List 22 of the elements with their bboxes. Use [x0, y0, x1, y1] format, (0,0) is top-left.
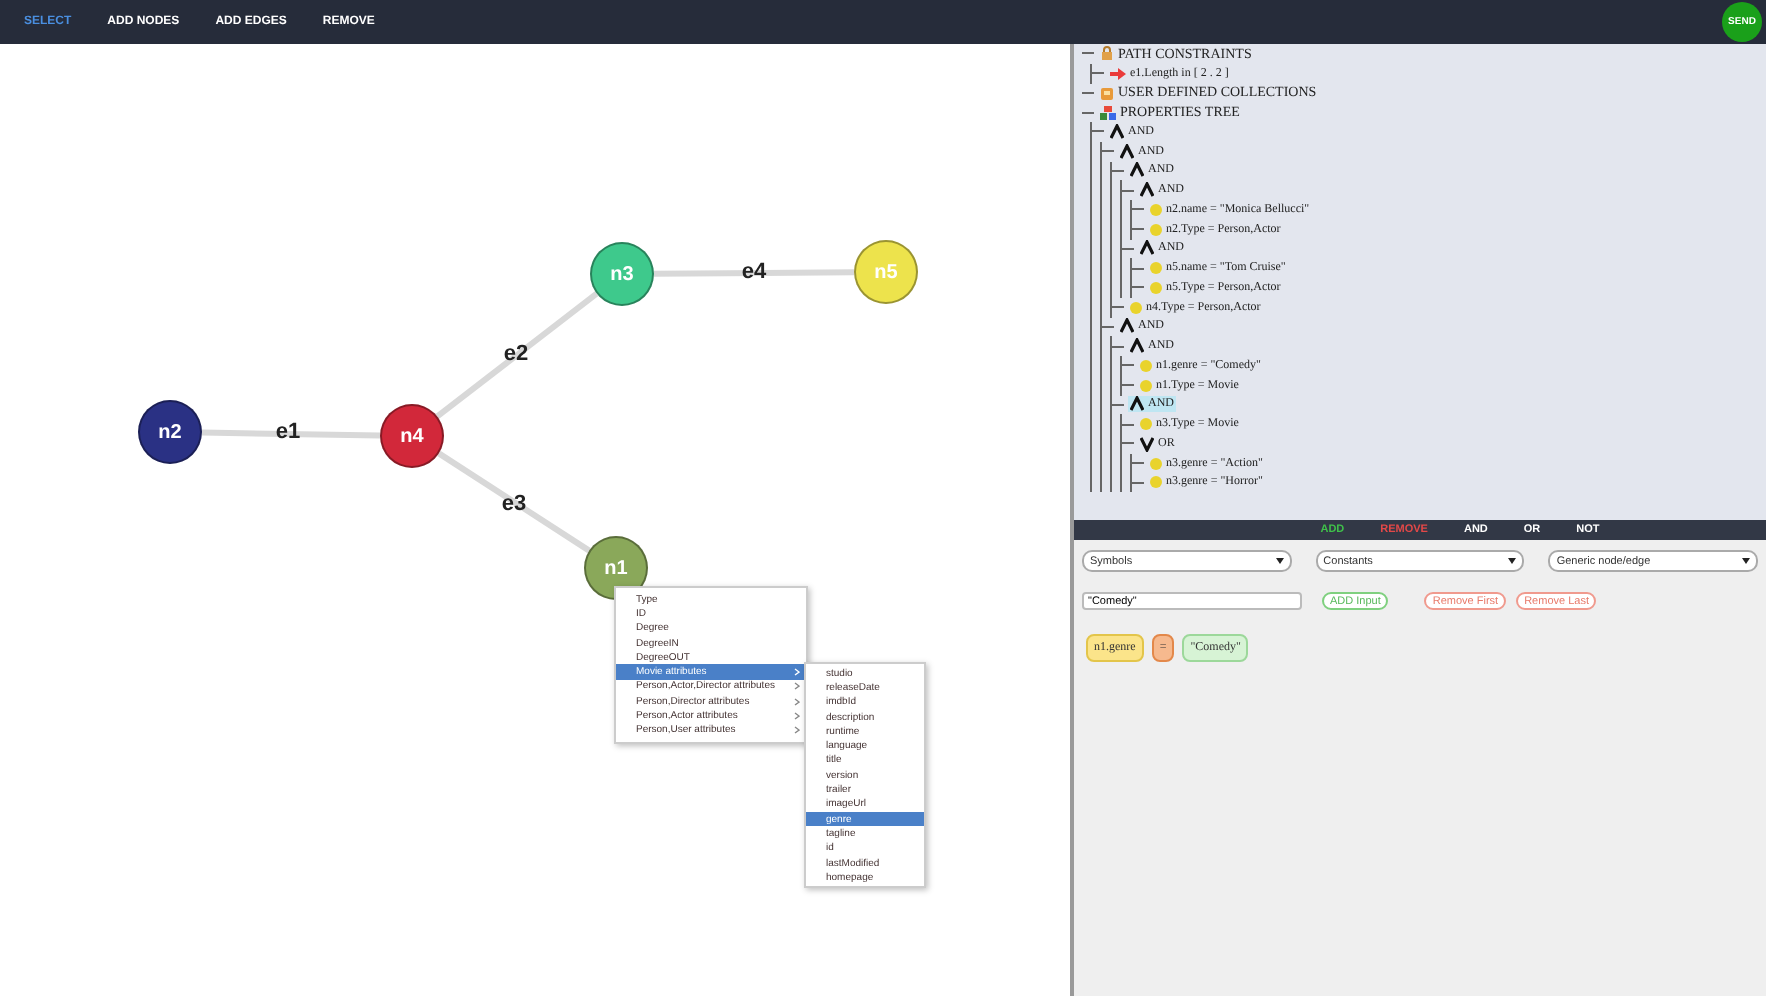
- dropdown-arrow-icon: [1508, 558, 1517, 564]
- graph-node[interactable]: n4: [380, 404, 444, 468]
- edge-label: e2: [503, 342, 529, 366]
- node-label: n5: [874, 261, 898, 283]
- dropdown-arrow-icon: [1275, 558, 1284, 564]
- arrow-icon: [1110, 67, 1126, 80]
- vee-icon: [1140, 435, 1154, 452]
- wedge-icon: [1130, 396, 1144, 413]
- blocks-icon: [1100, 105, 1116, 120]
- edge-label: e1: [275, 420, 301, 444]
- node-label: n1: [604, 557, 628, 579]
- edge-label: e3: [501, 492, 527, 516]
- node-label: n2: [158, 421, 182, 443]
- graph-node[interactable]: n2: [138, 400, 202, 464]
- wedge-icon: [1140, 240, 1154, 257]
- lock-icon: [1100, 46, 1114, 61]
- edge-label: e4: [741, 260, 767, 284]
- bulb-icon: [1140, 418, 1152, 431]
- box-icon: [1100, 85, 1114, 100]
- dropdown-arrow-icon: [1742, 558, 1751, 564]
- node-label: n3: [610, 263, 634, 285]
- node-label: n4: [400, 425, 424, 447]
